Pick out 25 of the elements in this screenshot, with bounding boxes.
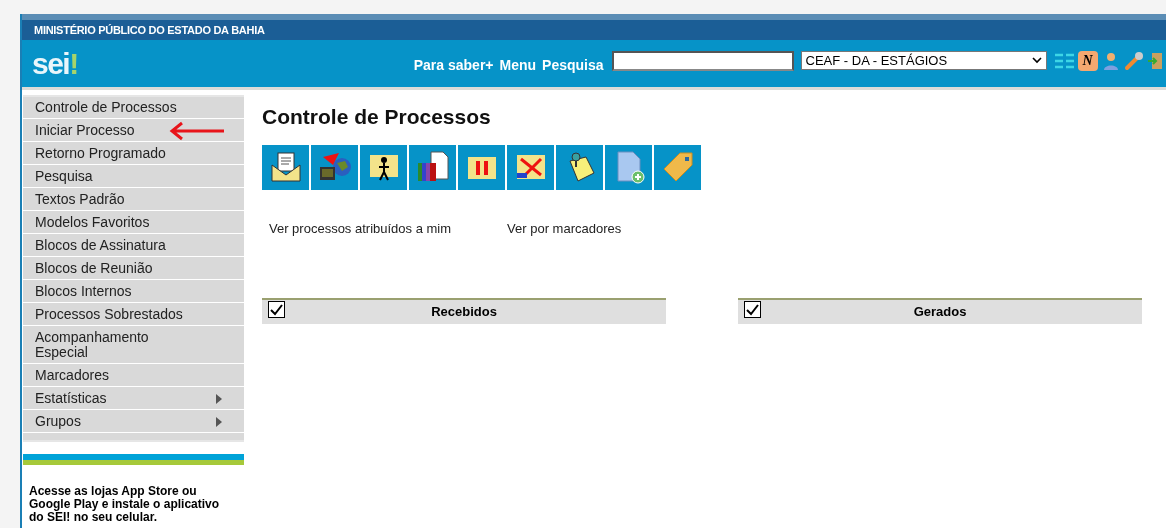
org-name: MINISTÉRIO PÚBLICO DO ESTADO DA BAHIA <box>34 22 265 38</box>
page-title: Controle de Processos <box>262 104 492 130</box>
view-link[interactable]: Ver por marcadores <box>507 218 622 238</box>
view-link[interactable]: Ver processos atribuídos a mim <box>269 218 452 238</box>
submenu-caret-icon <box>216 416 222 427</box>
toolbar-button[interactable] <box>556 144 603 190</box>
sei-logo: sei! <box>32 48 78 79</box>
checkmark-icon <box>270 303 283 316</box>
search-field[interactable] <box>611 50 794 71</box>
toolbar-button[interactable] <box>360 144 407 190</box>
submenu-caret-icon <box>216 393 222 404</box>
select-all-checkbox[interactable] <box>268 301 285 318</box>
arrow-icon <box>168 121 224 141</box>
notice-badge[interactable]: N <box>1077 50 1098 71</box>
chevron-down-icon <box>1031 57 1042 64</box>
toolbar-button[interactable] <box>409 144 456 190</box>
app-promo-text: Acesse as lojas App Store ou Google Play e instale o aplicativo do SEI! no seu celular. <box>28 485 221 524</box>
checkmark-icon <box>746 303 759 316</box>
table-title: Gerados <box>913 303 967 322</box>
toolbar-button[interactable] <box>262 144 309 190</box>
toolbar-button[interactable] <box>507 144 554 190</box>
unit-select[interactable]: CEAF - DA - ESTÁGIOS <box>800 51 1047 70</box>
table-title: Recebidos <box>431 303 497 322</box>
select-all-checkbox[interactable] <box>744 301 761 318</box>
toolbar-button[interactable] <box>311 144 358 190</box>
